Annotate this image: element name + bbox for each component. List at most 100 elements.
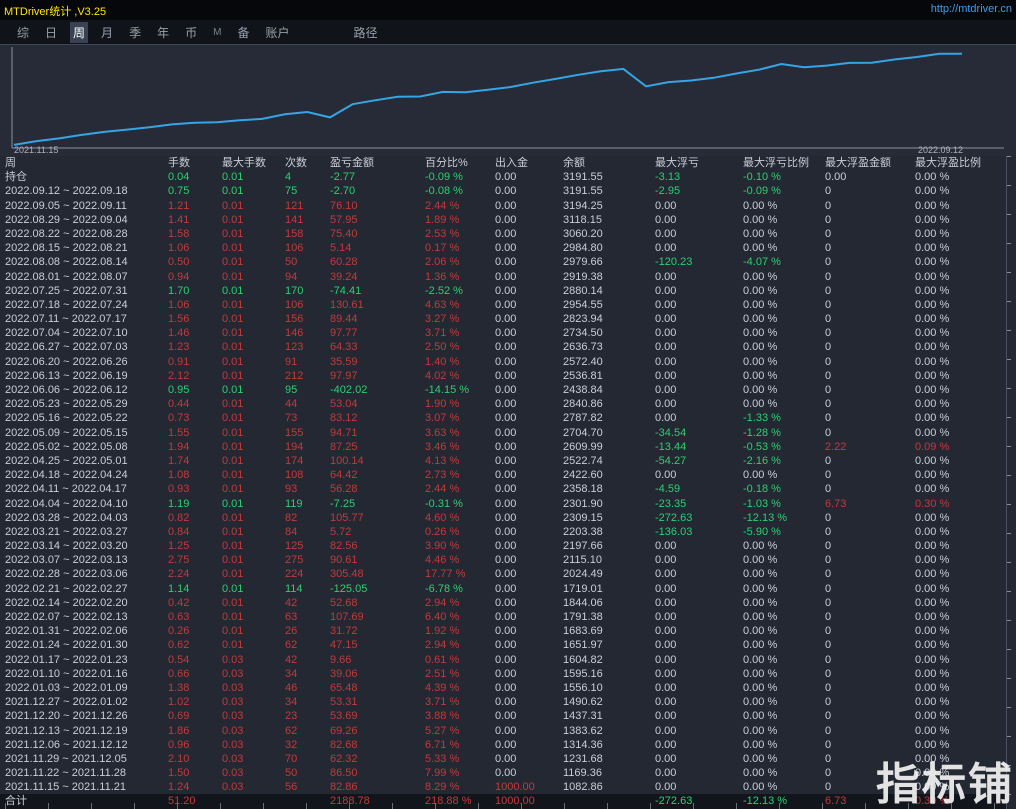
cell: 0.00 %	[915, 653, 950, 666]
table-row: 2022.05.09 ~ 2022.05.15 1.55 0.01 155 94.71 3…	[0, 426, 1006, 440]
cell: 2954.55	[563, 298, 603, 311]
cell: 0.01	[222, 327, 244, 340]
cell: 0	[825, 724, 832, 737]
cell: 0.84	[168, 525, 190, 538]
cell: 156	[285, 313, 304, 326]
cell: 0.00	[495, 298, 517, 311]
cell: 4.13 %	[425, 454, 460, 467]
menu-item-路径[interactable]: 路径	[350, 22, 380, 43]
cell: 2022.08.08 ~ 2022.08.14	[5, 256, 128, 269]
cell: 1556.10	[563, 681, 603, 694]
menu-item-年[interactable]: 年	[154, 22, 172, 43]
cell: 0.00	[655, 625, 677, 638]
cell: 0.00 %	[915, 554, 950, 567]
menu-item-账户[interactable]: 账户	[262, 22, 292, 43]
cell: 73	[285, 412, 298, 425]
cell: 0.00	[495, 313, 517, 326]
cell: 62	[285, 639, 298, 652]
cell: 0.01	[222, 384, 244, 396]
cell: 0.00	[495, 554, 517, 567]
table-row: 2022.08.15 ~ 2022.08.21 1.06 0.01 106 5.14 0.…	[0, 241, 1006, 255]
cell: 3.88 %	[425, 710, 460, 723]
cell: 1604.82	[563, 653, 603, 666]
column-header: 手数	[168, 157, 190, 169]
table-row: 2022.02.14 ~ 2022.02.20 0.42 0.01 42 52.68 2.…	[0, 596, 1006, 610]
cell: 1231.68	[563, 752, 603, 765]
cell: 0.00	[495, 596, 517, 609]
cell: 3118.15	[563, 213, 602, 226]
cell: 2.51 %	[425, 667, 460, 680]
menu-item-M[interactable]: M	[210, 25, 224, 40]
menu-item-备[interactable]: 备	[234, 22, 252, 43]
right-scrollbar[interactable]	[1006, 156, 1016, 809]
cell: 1490.62	[563, 696, 603, 709]
cell: 1.70	[168, 284, 190, 297]
cell: 0	[825, 540, 832, 553]
cell: 53.04	[330, 398, 358, 411]
cell: 0.01	[222, 398, 244, 411]
cell: 53.69	[330, 710, 358, 723]
cell: 0.44	[168, 398, 190, 411]
cell: 2022.05.16 ~ 2022.05.22	[5, 412, 128, 425]
cell: 0.00 %	[743, 298, 778, 311]
cell: 4.60 %	[425, 511, 460, 524]
cell: 6.40 %	[425, 611, 460, 623]
cell: 0.01	[222, 540, 244, 553]
cell: 0.00	[495, 681, 517, 694]
cell: 82	[285, 511, 298, 524]
menu-item-综[interactable]: 综	[14, 22, 32, 43]
cell: 0.00	[655, 568, 677, 581]
menu-item-日[interactable]: 日	[42, 22, 60, 43]
cell: 47.15	[330, 639, 358, 652]
column-header: 最大浮亏	[655, 157, 699, 169]
cell: 194	[285, 440, 304, 453]
cell: 2840.86	[563, 398, 603, 411]
cell: 3.27 %	[425, 313, 460, 326]
menu-item-币[interactable]: 币	[182, 22, 200, 43]
cell: 0.00	[495, 242, 517, 255]
table-row: 2022.02.28 ~ 2022.03.06 2.24 0.01 224 305.48…	[0, 567, 1006, 581]
cell: 0	[825, 327, 832, 340]
cell: 1.41	[168, 213, 190, 226]
cell: -14.15 %	[425, 384, 470, 396]
cell: 3.71 %	[425, 327, 460, 340]
menu-item-季[interactable]: 季	[126, 22, 144, 43]
cell: 2.73 %	[425, 469, 460, 482]
cell: -2.16 %	[743, 454, 781, 467]
cell: 0	[825, 199, 832, 212]
menu-item-月[interactable]: 月	[98, 22, 116, 43]
cell: 62	[285, 724, 298, 737]
cell: 0.00 %	[915, 171, 950, 184]
cell: 0.00 %	[915, 384, 950, 396]
cell: 0.01	[222, 199, 244, 212]
cell: 0.00	[655, 469, 677, 482]
cell: 97.97	[330, 369, 358, 382]
cell: 2022.04.25 ~ 2022.05.01	[5, 454, 128, 467]
cell: 2022.07.04 ~ 2022.07.10	[5, 327, 128, 340]
cell: 0.00 %	[915, 242, 950, 255]
cell: 0.00	[655, 724, 677, 737]
cell: 2022.06.13 ~ 2022.06.19	[5, 369, 128, 382]
cell: -0.08 %	[425, 185, 463, 198]
cell: 224	[285, 568, 304, 581]
cell: 2021.12.20 ~ 2021.12.26	[5, 710, 128, 723]
menu-item-周[interactable]: 周	[70, 21, 89, 43]
cell: 0.00 %	[915, 256, 950, 269]
cell: 0.00	[655, 681, 677, 694]
cell: 0	[825, 270, 832, 283]
cell: -0.53 %	[743, 440, 781, 453]
table-row: 2022.07.18 ~ 2022.07.24 1.06 0.01 106 130.61…	[0, 298, 1006, 312]
table-row: 持仓 0.04 0.01 4 -2.77 -0.09 % 0.00 3191.55 -3.13 -…	[0, 170, 1006, 184]
table-row: 2022.01.10 ~ 2022.01.16 0.66 0.03 34 39.06 2.…	[0, 667, 1006, 681]
cell: 121	[285, 199, 304, 212]
x-axis-start-label: 2021.11.15	[14, 145, 59, 155]
cell: 35.59	[330, 355, 358, 368]
cell: 2309.15	[563, 511, 603, 524]
cell: 0.00	[655, 540, 677, 553]
cell: 17.77 %	[425, 568, 466, 581]
site-link[interactable]: http://mtdriver.cn	[931, 3, 1012, 15]
cell: 212	[285, 369, 304, 382]
cell: 0.00	[655, 199, 677, 212]
cell: 0.00	[655, 298, 677, 311]
cell: 0.00 %	[743, 369, 778, 382]
